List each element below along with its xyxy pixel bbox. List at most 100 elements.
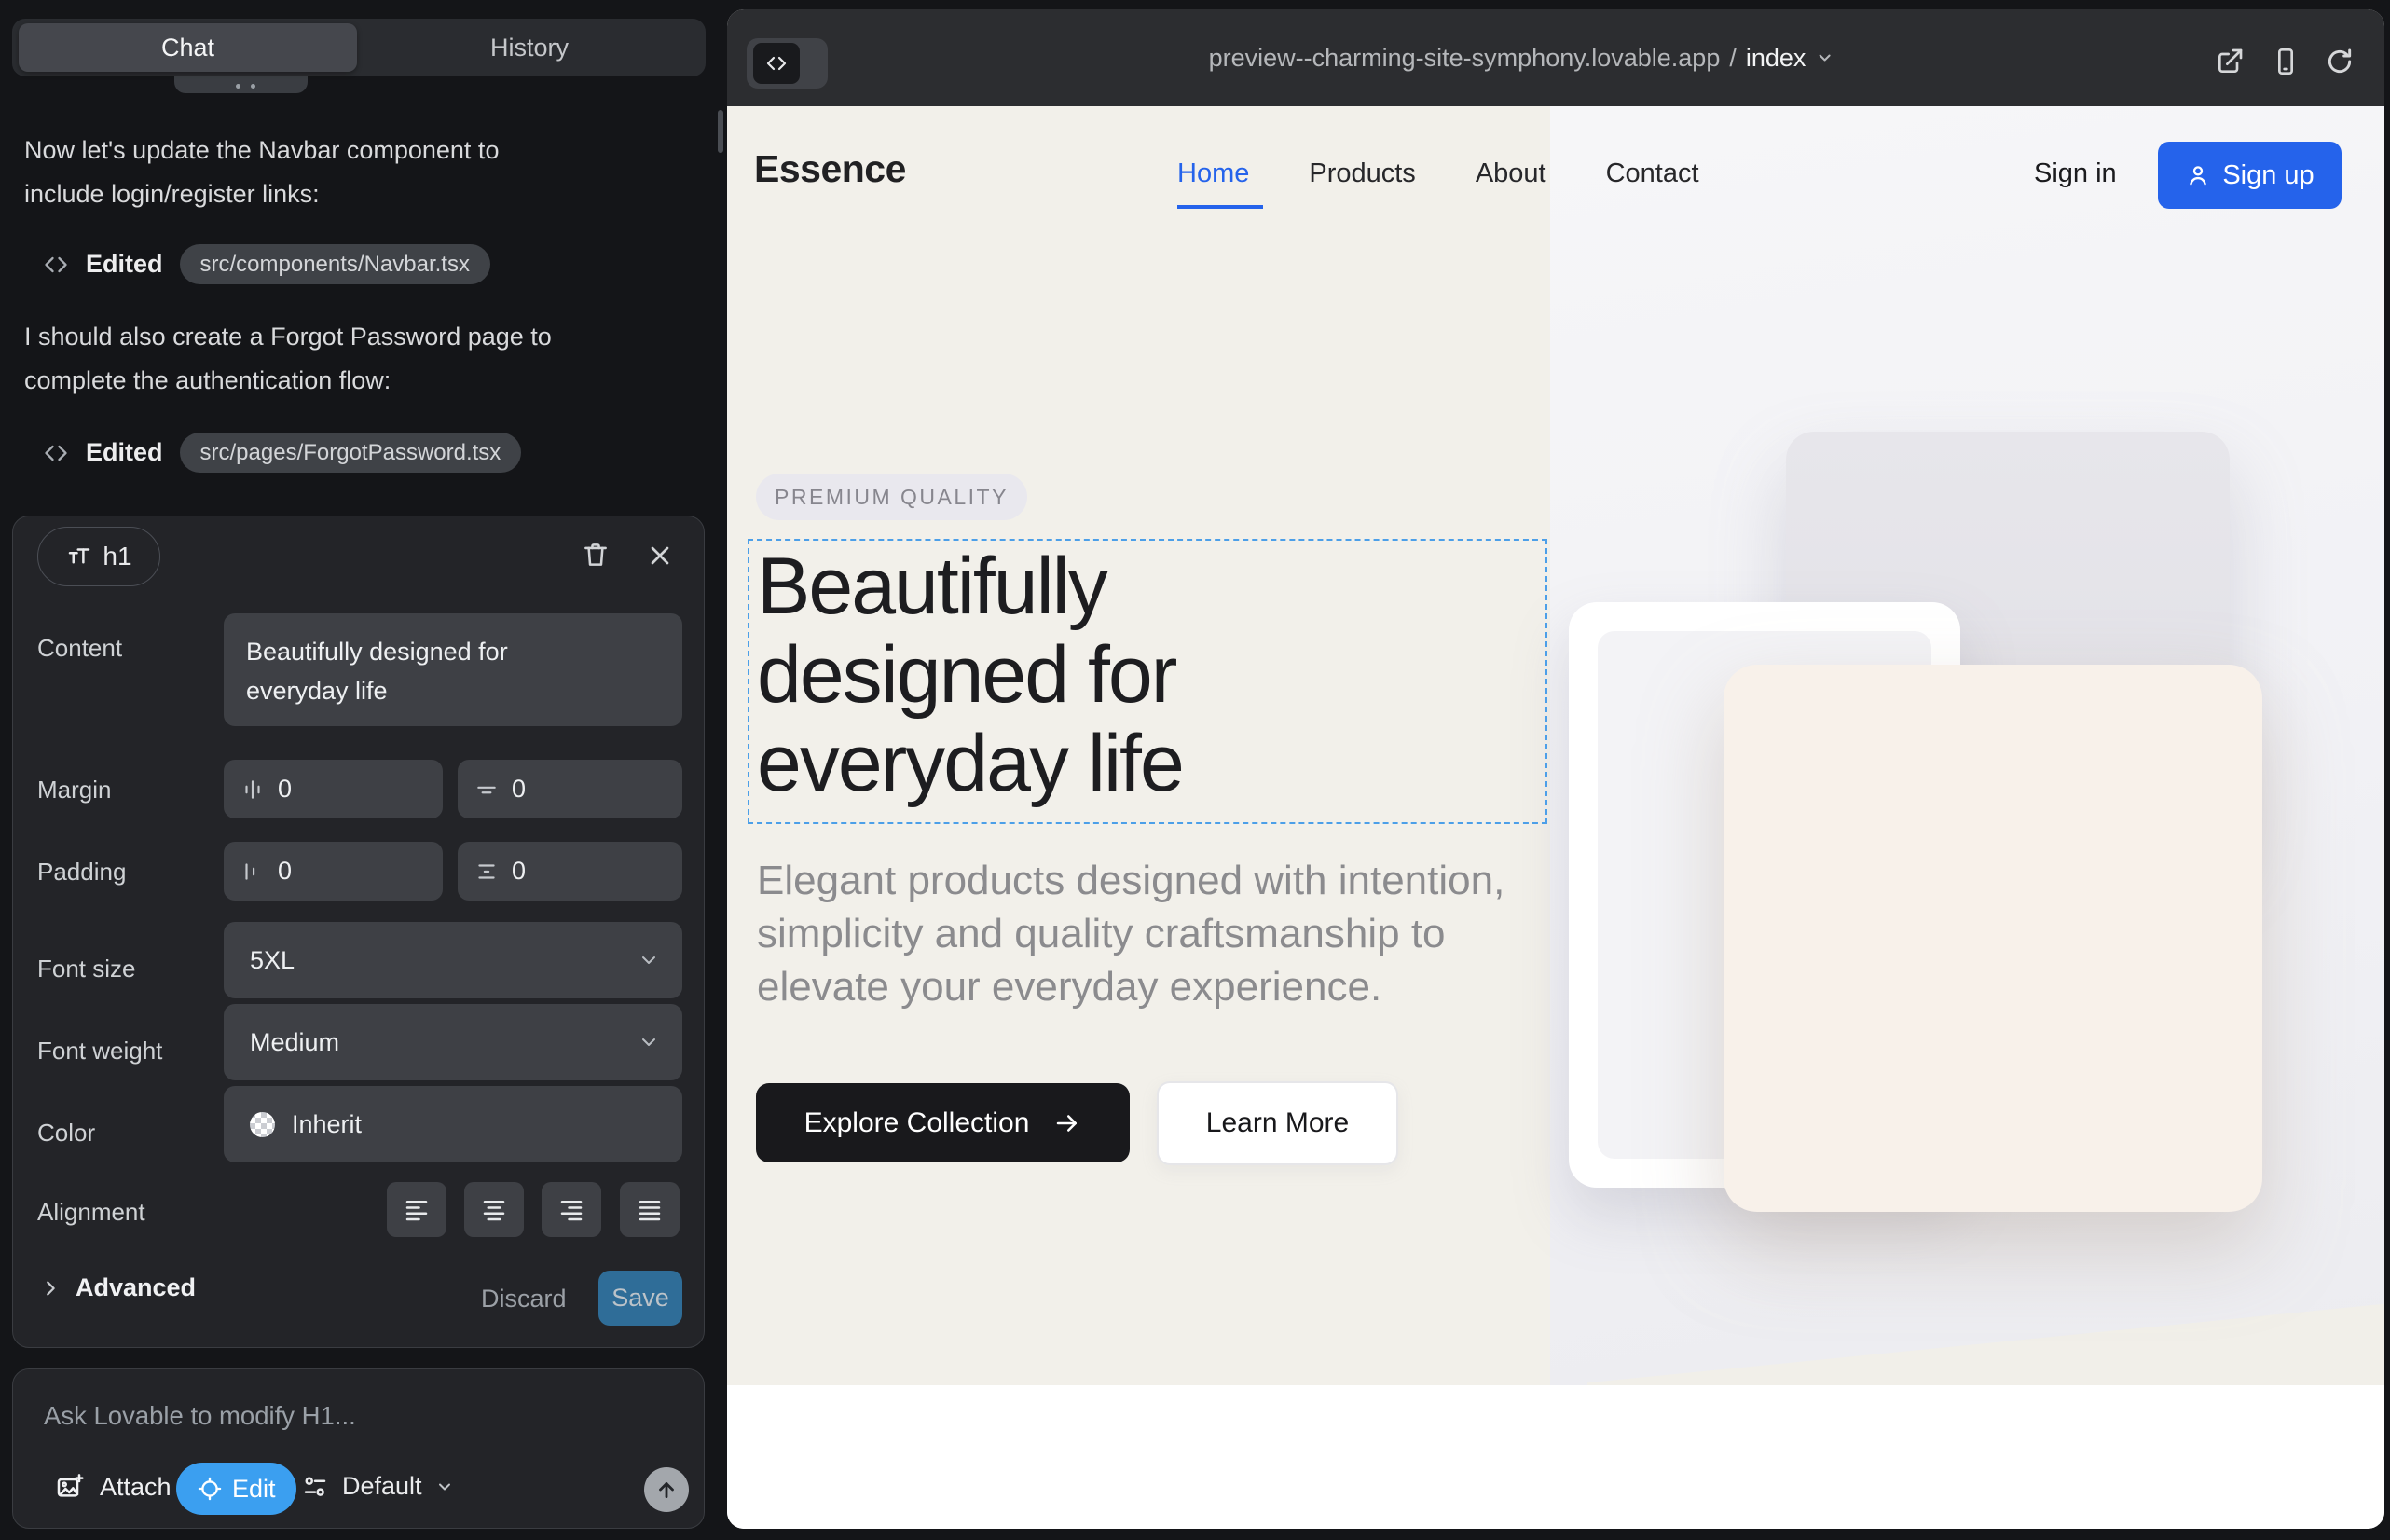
- arrow-up-icon: [654, 1478, 679, 1502]
- preview-window: preview--charming-site-symphony.lovable.…: [727, 9, 2384, 1529]
- margin-x-input[interactable]: 0: [224, 760, 443, 818]
- chevron-down-icon: [638, 949, 660, 971]
- site-preview: Essence Home Products About Contact Sign…: [727, 106, 2384, 1529]
- assistant-message: Now let's update the Navbar component to…: [24, 129, 499, 216]
- tab-chat[interactable]: Chat: [19, 23, 357, 72]
- color-value: Inherit: [292, 1110, 362, 1139]
- font-size-value: 5XL: [250, 946, 295, 975]
- file-edit-row: Edited src/components/Navbar.tsx: [43, 244, 490, 284]
- close-editor-button[interactable]: [645, 541, 675, 571]
- margin-vertical-icon: [474, 777, 499, 802]
- mode-label: Default: [342, 1472, 422, 1501]
- align-right-icon: [557, 1196, 585, 1224]
- sliders-icon: [301, 1473, 329, 1501]
- padding-horizontal-icon: [240, 859, 265, 884]
- site-logo[interactable]: Essence: [754, 147, 906, 191]
- composer-placeholder: Ask Lovable to modify H1...: [44, 1401, 356, 1431]
- padding-x-input[interactable]: 0: [224, 842, 443, 901]
- align-justify-button[interactable]: [620, 1182, 680, 1237]
- url-host: preview--charming-site-symphony.lovable.…: [1209, 44, 1721, 73]
- hero-badge: PREMIUM QUALITY: [756, 474, 1027, 520]
- font-weight-value: Medium: [250, 1028, 339, 1057]
- nav-link-home[interactable]: Home: [1177, 158, 1249, 189]
- chevron-right-icon: [40, 1278, 61, 1299]
- sign-in-link[interactable]: Sign in: [2034, 158, 2117, 189]
- learn-more-button[interactable]: Learn More: [1157, 1081, 1398, 1165]
- trash-icon: [580, 539, 611, 571]
- url-separator: /: [1729, 44, 1737, 73]
- save-button[interactable]: Save: [598, 1271, 682, 1326]
- align-justify-icon: [636, 1196, 664, 1224]
- chat-composer[interactable]: Ask Lovable to modify H1... Attach Edit …: [12, 1368, 705, 1529]
- attach-button[interactable]: Attach: [55, 1472, 172, 1502]
- font-weight-select[interactable]: Medium: [224, 1004, 682, 1080]
- hero-description: Elegant products designed with intention…: [757, 854, 1504, 1013]
- url-page: index: [1746, 44, 1806, 73]
- hero-heading[interactable]: Beautifully designed for everyday life: [757, 543, 1183, 808]
- composer-toolbar: Attach Edit Default: [13, 1461, 704, 1517]
- padding-y-value: 0: [512, 857, 526, 886]
- edit-action-label: Edited: [86, 438, 163, 467]
- refresh-button[interactable]: [2325, 47, 2355, 76]
- assistant-message: I should also create a Forgot Password p…: [24, 315, 552, 403]
- color-label: Color: [37, 1119, 95, 1148]
- align-left-button[interactable]: [387, 1182, 446, 1237]
- code-icon: [43, 440, 69, 466]
- explore-collection-label: Explore Collection: [804, 1107, 1030, 1139]
- decor-card-cream: [1724, 665, 2262, 1212]
- mobile-view-button[interactable]: [2271, 47, 2301, 76]
- chat-scrollbar-thumb[interactable]: [718, 110, 723, 153]
- font-size-select[interactable]: 5XL: [224, 922, 682, 998]
- padding-y-input[interactable]: 0: [458, 842, 682, 901]
- content-input[interactable]: Beautifully designed for everyday life: [224, 613, 682, 726]
- address-bar[interactable]: preview--charming-site-symphony.lovable.…: [1209, 9, 1834, 106]
- margin-label: Margin: [37, 776, 111, 804]
- nav-link-products[interactable]: Products: [1309, 158, 1415, 189]
- advanced-toggle[interactable]: Advanced: [40, 1273, 196, 1302]
- explore-collection-button[interactable]: Explore Collection: [756, 1083, 1130, 1162]
- margin-horizontal-icon: [240, 777, 265, 802]
- type-icon: [65, 543, 93, 571]
- chevron-down-icon: [435, 1478, 454, 1496]
- open-external-button[interactable]: [2215, 47, 2245, 76]
- color-swatch-icon: [250, 1112, 275, 1137]
- external-link-icon: [2215, 47, 2245, 76]
- align-center-icon: [480, 1196, 508, 1224]
- nav-link-about[interactable]: About: [1476, 158, 1546, 189]
- edited-file-chip[interactable]: src/components/Navbar.tsx: [180, 244, 490, 284]
- margin-y-value: 0: [512, 775, 526, 804]
- refresh-icon: [2325, 47, 2355, 76]
- code-icon: [765, 52, 788, 75]
- chevron-down-icon: [638, 1031, 660, 1053]
- code-preview-toggle[interactable]: [747, 38, 828, 89]
- nav-link-contact[interactable]: Contact: [1606, 158, 1699, 189]
- scrolled-chip-dot: [236, 84, 240, 89]
- font-weight-label: Font weight: [37, 1037, 162, 1066]
- mode-select[interactable]: Default: [301, 1472, 454, 1501]
- selected-element-chip[interactable]: h1: [37, 527, 160, 586]
- scrolled-chip-dot: [251, 84, 255, 89]
- align-center-button[interactable]: [464, 1182, 524, 1237]
- font-size-label: Font size: [37, 955, 136, 983]
- tab-history[interactable]: History: [357, 23, 702, 72]
- active-link-underline: [1177, 205, 1263, 209]
- edited-file-chip[interactable]: src/pages/ForgotPassword.tsx: [180, 433, 522, 473]
- smartphone-icon: [2271, 47, 2301, 76]
- code-toggle-segment[interactable]: [753, 43, 800, 84]
- delete-element-button[interactable]: [580, 539, 611, 571]
- advanced-label: Advanced: [76, 1273, 196, 1302]
- send-button[interactable]: [644, 1467, 689, 1512]
- lovable-workspace: Chat History Now let's update the Navbar…: [0, 0, 2390, 1540]
- element-editor-panel: h1 Content Beautifully designed for ever…: [12, 516, 705, 1348]
- chevron-down-icon: [1815, 48, 1834, 67]
- edit-action-label: Edited: [86, 250, 163, 279]
- align-left-icon: [403, 1196, 431, 1224]
- margin-y-input[interactable]: 0: [458, 760, 682, 818]
- edit-mode-button[interactable]: Edit: [176, 1463, 296, 1515]
- user-icon: [2185, 162, 2211, 188]
- sign-up-button[interactable]: Sign up: [2158, 142, 2342, 209]
- close-icon: [645, 541, 675, 571]
- align-right-button[interactable]: [542, 1182, 601, 1237]
- discard-button[interactable]: Discard: [481, 1285, 567, 1313]
- color-select[interactable]: Inherit: [224, 1086, 682, 1162]
